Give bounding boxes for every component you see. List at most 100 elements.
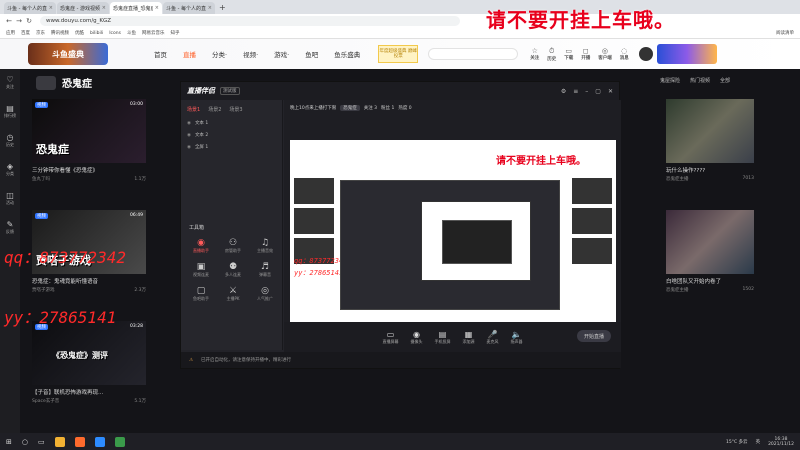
bookmark[interactable]: 京东 xyxy=(36,30,45,36)
eye-icon[interactable]: ◉ xyxy=(187,133,191,138)
input-lang[interactable]: 英 xyxy=(756,439,761,445)
video-title[interactable]: 【子音】联机恐怖游戏再现... xyxy=(32,388,146,396)
explorer-icon[interactable] xyxy=(54,436,65,447)
search-input[interactable] xyxy=(428,48,519,60)
chrome-icon[interactable] xyxy=(114,436,125,447)
video-card[interactable]: 白啥团队又开始内卷了 恐鬼症主播 1502 xyxy=(666,210,754,293)
sidebar-item-rank[interactable]: ▤ 排行榜 xyxy=(4,104,16,119)
video-title[interactable]: 玩什么操作???? xyxy=(666,166,754,174)
tab-scene-3[interactable]: 场景3 xyxy=(229,106,242,113)
scene-item[interactable]: ◉ 文本 1 xyxy=(181,117,282,129)
header-client[interactable]: ◎ 客户端 xyxy=(598,47,612,62)
reading-list[interactable]: 阅读清单 xyxy=(776,30,794,36)
windows-start-icon[interactable]: ⊞ xyxy=(6,438,12,446)
scene-item[interactable]: ◉ 全屏 1 xyxy=(181,141,282,153)
header-history[interactable]: ⏱ 历史 xyxy=(547,47,556,62)
nav-video[interactable]: 视频· xyxy=(243,49,258,59)
sidebar-item-category[interactable]: ◈ 分类 xyxy=(6,162,14,177)
tool-pk[interactable]: ⚔ 主播PK xyxy=(217,286,249,302)
stream-preview[interactable]: 请不要开挂上车哦。 qq：873772342 yy：27865141 xyxy=(290,140,616,340)
bookmark[interactable]: 百度 xyxy=(21,30,30,36)
bookmark[interactable]: 知乎 xyxy=(170,30,179,36)
bookmark[interactable]: 网易云音乐 xyxy=(142,30,165,36)
btn-speaker[interactable]: 🔈 扬声器 xyxy=(511,330,523,345)
search-icon[interactable]: ○ xyxy=(22,438,28,446)
site-logo[interactable]: 斗鱼盛典 xyxy=(28,43,108,65)
bookmark[interactable]: Icons xyxy=(109,31,121,36)
app-icon[interactable] xyxy=(74,436,85,447)
header-messages[interactable]: ◌ 消息 xyxy=(620,47,629,62)
app-icon[interactable] xyxy=(94,436,105,447)
browser-tab[interactable]: 斗鱼 - 每个人的直播平台× xyxy=(4,2,56,14)
start-live-button[interactable]: 开始直播 xyxy=(577,330,611,342)
tool-danmaku-sound[interactable]: ♬ 弹幕音 xyxy=(249,262,281,278)
browser-tab[interactable]: 恐鬼症 - 游戏视频 斗鱼× xyxy=(57,2,109,14)
bookmark[interactable]: 斗鱼 xyxy=(127,30,136,36)
new-tab-button[interactable]: + xyxy=(219,2,226,14)
close-tab-icon[interactable]: × xyxy=(155,5,159,11)
close-icon[interactable]: ✕ xyxy=(608,88,613,95)
option-ghost[interactable]: 鬼屋探险 xyxy=(660,77,680,84)
tool-multi-link[interactable]: ⚉ 多人连麦 xyxy=(217,262,249,278)
bookmark[interactable]: 腾讯视频 xyxy=(51,30,69,36)
video-author[interactable]: Space玄子音 xyxy=(32,398,59,404)
btn-microphone[interactable]: 🎤 麦克风 xyxy=(487,330,499,345)
browser-tab-active[interactable]: 恐鬼症直播_恐鬼症直播× xyxy=(110,2,162,14)
tab-scene-2[interactable]: 场景2 xyxy=(208,106,221,113)
nav-game[interactable]: 游戏· xyxy=(274,49,289,59)
tool-promote[interactable]: ◎ 人气推广 xyxy=(249,286,281,302)
eye-icon[interactable]: ◉ xyxy=(187,145,191,150)
close-tab-icon[interactable]: × xyxy=(49,5,53,11)
header-broadcast[interactable]: ◻ 开播 xyxy=(581,47,590,62)
tool-room-manager[interactable]: ⚇ 房管助手 xyxy=(217,238,249,254)
menu-icon[interactable]: ≡ xyxy=(573,88,578,95)
video-author[interactable]: 鱼丸了吗 xyxy=(32,176,50,182)
sidebar-item-activity[interactable]: ◫ 活动 xyxy=(6,191,14,206)
sidebar-item-follow[interactable]: ♡ 关注 xyxy=(6,75,14,90)
close-tab-icon[interactable]: × xyxy=(102,5,106,11)
browser-tab[interactable]: 斗鱼 - 每个人的直播平台× xyxy=(163,2,215,14)
bookmark[interactable]: bilibili xyxy=(90,31,103,36)
tool-video-link[interactable]: ▣ 视频连麦 xyxy=(185,262,217,278)
bookmark[interactable]: 优酷 xyxy=(75,30,84,36)
header-banner[interactable] xyxy=(656,44,717,64)
video-thumbnail[interactable] xyxy=(666,99,754,163)
nav-yuba[interactable]: 鱼吧 xyxy=(305,49,318,59)
btn-phone-cast[interactable]: ▤ 手机投屏 xyxy=(435,330,451,345)
tool-sound-effect[interactable]: ♫ 主播音效 xyxy=(249,238,281,254)
weather[interactable]: 15°C 多云 xyxy=(726,439,748,445)
nav-festival[interactable]: 鱼乐盛典 xyxy=(334,49,360,59)
nav-category[interactable]: 分类· xyxy=(212,49,227,59)
video-author[interactable]: 贾嗒子游戏 xyxy=(32,287,55,293)
option-hot[interactable]: 热门视频 xyxy=(690,77,710,84)
header-download[interactable]: ▭ 下载 xyxy=(564,47,573,62)
sidebar-item-feedback[interactable]: ✎ 反馈 xyxy=(6,220,14,235)
video-thumbnail[interactable]: 视频 03:00 恐鬼症 xyxy=(32,99,146,163)
forward-icon[interactable]: → xyxy=(14,17,24,25)
sidebar-item-history[interactable]: ◷ 历史 xyxy=(6,133,14,148)
video-card[interactable]: 视频 03:00 恐鬼症 三分钟带你看懂《恐鬼症》 鱼丸了吗 1.1万 xyxy=(32,99,146,182)
task-view-icon[interactable]: ▭ xyxy=(38,438,45,446)
close-tab-icon[interactable]: × xyxy=(208,5,212,11)
nav-home[interactable]: 首页 xyxy=(154,49,167,59)
video-title[interactable]: 白啥团队又开始内卷了 xyxy=(666,277,754,285)
room-title[interactable]: 晚上10点来上播打下限 xyxy=(290,105,336,111)
header-follow[interactable]: ☆ 关注 xyxy=(530,47,539,62)
btn-camera[interactable]: ◉ 摄像头 xyxy=(411,330,423,345)
bookmark[interactable]: 应用 xyxy=(6,30,15,36)
tool-yuba[interactable]: ▢ 鱼吧助手 xyxy=(185,286,217,302)
btn-add-source[interactable]: ▦ 添加源 xyxy=(463,330,475,345)
reload-icon[interactable]: ↻ xyxy=(24,17,34,25)
option-all[interactable]: 全部 xyxy=(720,77,730,84)
avatar[interactable] xyxy=(638,47,653,61)
video-title[interactable]: 三分钟带你看懂《恐鬼症》 xyxy=(32,166,146,174)
btn-screen-capture[interactable]: ▭ 直播屏幕 xyxy=(383,330,399,345)
tool-live-assistant[interactable]: ◉ 直播助手 xyxy=(185,238,217,254)
minimize-icon[interactable]: – xyxy=(585,88,588,95)
clock[interactable]: 16:38 2021/11/12 xyxy=(768,437,794,447)
video-title[interactable]: 恐鬼症：鬼魂竟能听懂语音 xyxy=(32,277,146,285)
url-input[interactable]: www.douyu.com/g_KGZ xyxy=(40,16,460,26)
back-icon[interactable]: ← xyxy=(4,17,14,25)
video-thumbnail[interactable]: 视频 03:28 《恐鬼症》测评 xyxy=(32,321,146,385)
promo-badge[interactable]: 年度超级盛典 巅峰投票 xyxy=(378,45,419,63)
